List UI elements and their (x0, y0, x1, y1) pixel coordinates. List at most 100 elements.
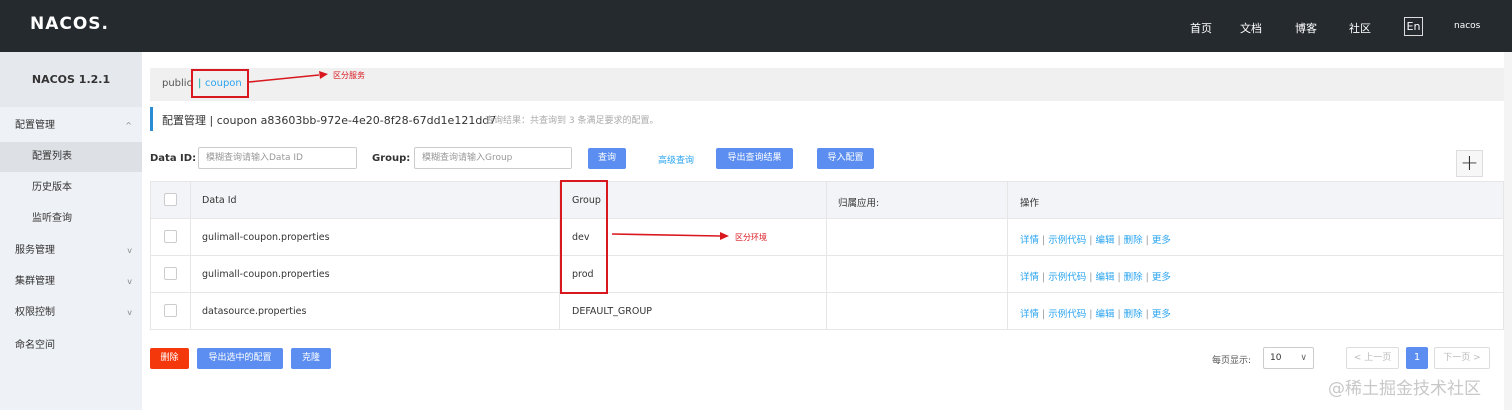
next-page-button[interactable]: 下一页 > (1434, 347, 1490, 369)
advanced-search-link[interactable]: 高级查询 (658, 153, 694, 166)
edit-link[interactable]: 编辑 (1095, 235, 1114, 246)
more-link[interactable]: 更多 (1152, 235, 1171, 246)
chevron-down-icon: ∨ (1300, 353, 1307, 363)
edit-link[interactable]: 编辑 (1095, 272, 1114, 283)
sidebar: NACOS 1.2.1 配置管理 ^ 配置列表 历史版本 监听查询 服务管理 v… (0, 52, 142, 410)
sidebar-item-service-management[interactable]: 服务管理 v (0, 236, 142, 266)
sample-code-link[interactable]: 示例代码 (1048, 309, 1086, 320)
export-results-button[interactable]: 导出查询结果 (716, 148, 793, 169)
annotation-arrow-icon (249, 71, 328, 83)
detail-link[interactable]: 详情 (1020, 272, 1039, 283)
group-label: Group: (372, 153, 411, 164)
annotation-highlight-box (191, 69, 249, 98)
chevron-up-icon: ^ (125, 121, 132, 130)
row-actions: 详情 | 示例代码 | 编辑 | 删除 | 更多 (1020, 269, 1171, 283)
row-group: DEFAULT_GROUP (572, 306, 653, 317)
table-row: gulimall-coupon.properties dev 详情 | 示例代码 | 编… (151, 219, 1503, 256)
column-header-app: 归属应用: (838, 198, 880, 209)
search-button[interactable]: 查询 (588, 148, 626, 169)
sidebar-item-namespace[interactable]: 命名空间 (0, 331, 142, 361)
action-separator: | (1117, 309, 1121, 320)
namespace-public-link[interactable]: public (162, 78, 192, 89)
column-divider (190, 182, 191, 329)
sidebar-item-config-list[interactable]: 配置列表 (0, 142, 142, 172)
edit-link[interactable]: 编辑 (1095, 309, 1114, 320)
sidebar-item-label: 历史版本 (32, 182, 72, 193)
action-separator: | (1042, 235, 1046, 246)
dataid-search-input[interactable]: 模糊查询请输入Data ID (198, 147, 357, 169)
group-search-input[interactable]: 模糊查询请输入Group (414, 147, 572, 169)
delete-link[interactable]: 删除 (1124, 272, 1143, 283)
annotation-arrow-icon (611, 232, 729, 240)
prev-page-button[interactable]: < 上一页 (1346, 347, 1399, 369)
sidebar-item-config-management[interactable]: 配置管理 ^ (0, 111, 142, 141)
table-row: gulimall-coupon.properties prod 详情 | 示例代码 |… (151, 256, 1503, 293)
sidebar-item-label: 配置列表 (32, 151, 72, 162)
nav-docs-link[interactable]: 文档 (1240, 20, 1262, 36)
chevron-down-icon: v (127, 308, 132, 317)
nacos-logo[interactable]: NACOS. (30, 14, 109, 34)
more-link[interactable]: 更多 (1152, 309, 1171, 320)
query-result-summary: 查询结果：共查询到 3 条满足要求的配置。 (485, 116, 659, 126)
select-all-checkbox[interactable] (164, 193, 177, 206)
action-separator: | (1145, 309, 1149, 320)
sample-code-link[interactable]: 示例代码 (1048, 235, 1086, 246)
action-separator: | (1117, 272, 1121, 283)
page-size-label: 每页显示: (1212, 356, 1252, 366)
sidebar-item-cluster-management[interactable]: 集群管理 v (0, 267, 142, 297)
action-separator: | (1117, 235, 1121, 246)
import-config-button[interactable]: 导入配置 (817, 148, 874, 169)
nav-community-link[interactable]: 社区 (1349, 20, 1371, 36)
watermark: @稀土掘金技术社区 (1328, 379, 1481, 399)
page-title: 配置管理 | coupon a83603bb-972e-4e20-8f28-67… (162, 114, 497, 127)
export-selected-button[interactable]: 导出选中的配置 (197, 348, 283, 369)
sidebar-item-listener-query[interactable]: 监听查询 (0, 204, 142, 234)
row-checkbox[interactable] (164, 267, 177, 280)
detail-link[interactable]: 详情 (1020, 309, 1039, 320)
action-separator: | (1145, 235, 1149, 246)
row-actions: 详情 | 示例代码 | 编辑 | 删除 | 更多 (1020, 232, 1171, 246)
delete-link[interactable]: 删除 (1124, 309, 1143, 320)
detail-link[interactable]: 详情 (1020, 235, 1039, 246)
column-header-actions: 操作 (1020, 198, 1040, 209)
nav-blog-link[interactable]: 博客 (1295, 20, 1317, 36)
chevron-down-icon: v (127, 277, 132, 286)
sidebar-item-label: 服务管理 (15, 245, 55, 256)
current-page-button[interactable]: 1 (1406, 347, 1428, 369)
add-config-button[interactable]: + (1456, 150, 1483, 177)
row-dataid: datasource.properties (202, 306, 307, 317)
annotation-service-label: 区分服务 (333, 71, 365, 80)
row-dataid: gulimall-coupon.properties (202, 269, 330, 280)
sidebar-item-label: 配置管理 (15, 120, 55, 131)
annotation-highlight-box (560, 180, 608, 294)
row-checkbox[interactable] (164, 304, 177, 317)
sidebar-item-label: 监听查询 (32, 213, 72, 224)
top-navbar: NACOS. 首页 文档 博客 社区 En nacos (0, 0, 1512, 52)
dataid-label: Data ID: (150, 153, 197, 164)
action-separator: | (1042, 309, 1046, 320)
delete-link[interactable]: 删除 (1124, 235, 1143, 246)
delete-selected-button[interactable]: 删除 (150, 348, 189, 369)
page-size-select[interactable]: 10 ∨ (1263, 347, 1314, 369)
row-checkbox[interactable] (164, 230, 177, 243)
chevron-down-icon: v (127, 246, 132, 255)
language-toggle[interactable]: En (1404, 17, 1423, 36)
sidebar-item-permission-control[interactable]: 权限控制 v (0, 298, 142, 328)
sample-code-link[interactable]: 示例代码 (1048, 272, 1086, 283)
table-header: Data Id Group 归属应用: 操作 (151, 182, 1503, 219)
table-row: datasource.properties DEFAULT_GROUP 详情 | 示… (151, 293, 1503, 330)
sidebar-item-label: 权限控制 (15, 307, 55, 318)
page-scrollbar[interactable] (1504, 52, 1512, 410)
row-actions: 详情 | 示例代码 | 编辑 | 删除 | 更多 (1020, 306, 1171, 320)
more-link[interactable]: 更多 (1152, 272, 1171, 283)
user-name[interactable]: nacos (1454, 21, 1480, 31)
sidebar-item-history[interactable]: 历史版本 (0, 173, 142, 203)
clone-button[interactable]: 克隆 (291, 348, 331, 369)
sidebar-item-label: 命名空间 (15, 340, 55, 351)
nav-home-link[interactable]: 首页 (1190, 20, 1212, 36)
action-separator: | (1145, 272, 1149, 283)
column-header-dataid: Data Id (202, 195, 237, 206)
action-separator: | (1042, 272, 1046, 283)
page-size-value: 10 (1270, 353, 1282, 363)
sidebar-item-label: 集群管理 (15, 276, 55, 287)
